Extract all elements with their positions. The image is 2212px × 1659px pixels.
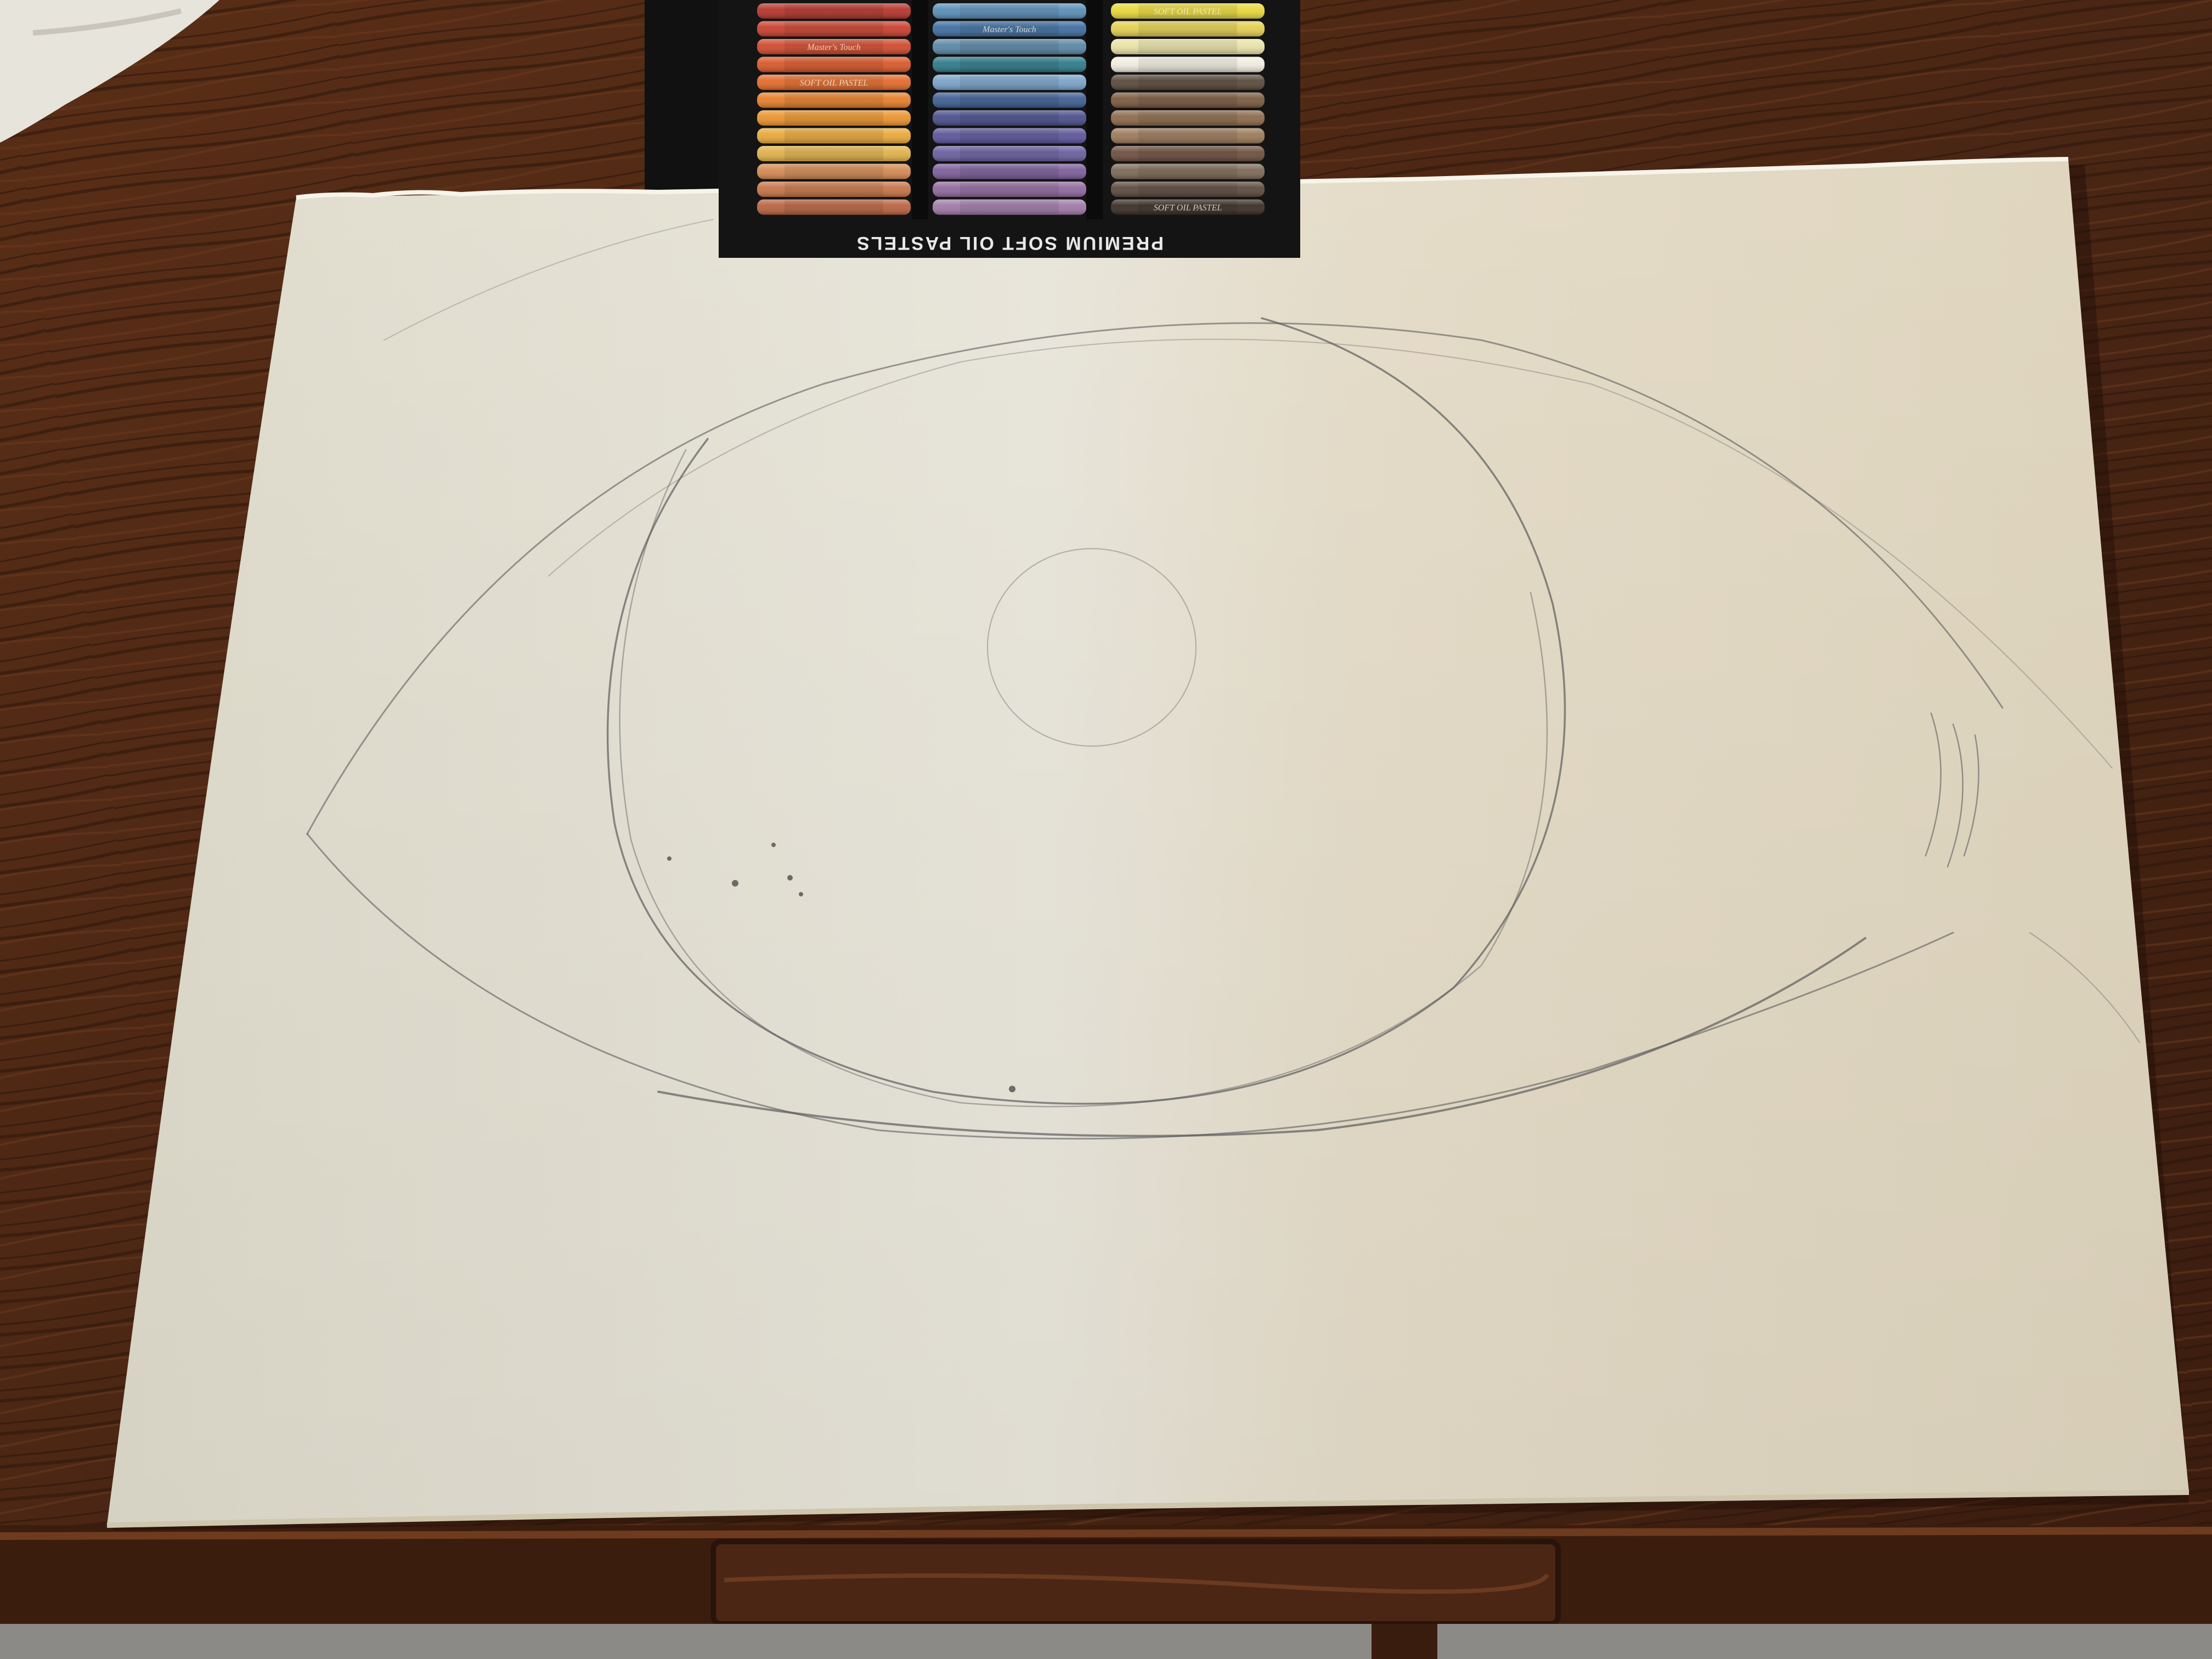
pastel-stick-wrapper — [1138, 183, 1237, 196]
pastel-stick-wrapper — [1138, 93, 1237, 107]
scene-svg: Master's Touch SOFT OIL PASTEL Master's To… — [0, 0, 2212, 1659]
pastel-stick-wrapper — [785, 22, 883, 36]
table-leg — [1372, 1624, 1437, 1659]
pastel-stick-wrapper — [785, 183, 883, 196]
pastel-stick-wrapper — [960, 129, 1059, 143]
pastel-box-divider-1 — [912, 0, 928, 219]
pastel-stick-wrapper — [1138, 111, 1237, 125]
paper-sheet — [106, 157, 2190, 1531]
smudge-dot — [732, 880, 738, 887]
pastel-stick-wrapper-text: SOFT OIL PASTEL — [800, 78, 868, 88]
smudge-dot — [799, 892, 803, 896]
pastel-stick-wrapper — [785, 93, 883, 107]
apron-highlight — [0, 1527, 2212, 1540]
pastel-stick-wrapper — [960, 183, 1059, 196]
pastel-stick-wrapper — [960, 200, 1059, 214]
photo-scene: Master's Touch SOFT OIL PASTEL Master's To… — [0, 0, 2212, 1659]
pastel-box-label: PREMIUM SOFT OIL PASTELS — [855, 233, 1164, 253]
pastel-stick-wrapper — [960, 4, 1059, 18]
smudge-dot — [1009, 1086, 1015, 1092]
pastel-box: Master's Touch SOFT OIL PASTEL Master's To… — [719, 0, 1300, 258]
pastel-stick-wrapper — [960, 93, 1059, 107]
pastel-stick-wrapper — [960, 111, 1059, 125]
smudge-dot — [667, 856, 672, 861]
pastel-stick-wrapper — [1138, 147, 1237, 160]
pastel-stick-wrapper — [785, 111, 883, 125]
pastel-stick-wrapper-text: SOFT OIL PASTEL — [1154, 204, 1222, 213]
pastel-stick-wrapper — [1138, 129, 1237, 143]
drawer-front — [710, 1539, 1561, 1627]
pastel-stick-wrapper — [1138, 165, 1237, 178]
pastel-stick-wrapper — [785, 58, 883, 71]
pastel-stick-wrapper — [960, 76, 1059, 89]
smudge-dot — [787, 875, 793, 881]
pastel-box-divider-2 — [1086, 0, 1103, 219]
pastel-stick-wrapper-text: SOFT OIL PASTEL — [1154, 7, 1222, 16]
pastel-stick-wrapper — [785, 4, 883, 18]
pastel-stick-wrapper — [960, 40, 1059, 53]
pastel-stick-wrapper — [1138, 40, 1237, 53]
pastel-stick-wrapper-text: Master's Touch — [806, 43, 861, 52]
paper-shade — [107, 159, 2189, 1525]
pastel-stick-wrapper — [960, 147, 1059, 160]
pastel-stick-wrapper — [1138, 22, 1237, 36]
pastel-stick-wrapper-text: Master's Touch — [982, 25, 1036, 35]
pastel-stick-wrapper — [785, 165, 883, 178]
pastel-stick-wrapper — [960, 165, 1059, 178]
pastel-stick-wrapper — [785, 147, 883, 160]
pastel-stick-wrapper — [960, 58, 1059, 71]
pastel-stick-wrapper — [1138, 76, 1237, 89]
pastel-stick-wrapper — [785, 129, 883, 143]
floor-tile — [0, 1624, 2212, 1659]
smudge-dot — [771, 843, 776, 847]
pastel-stick-wrapper — [785, 200, 883, 214]
pastel-stick-wrapper — [1138, 58, 1237, 71]
